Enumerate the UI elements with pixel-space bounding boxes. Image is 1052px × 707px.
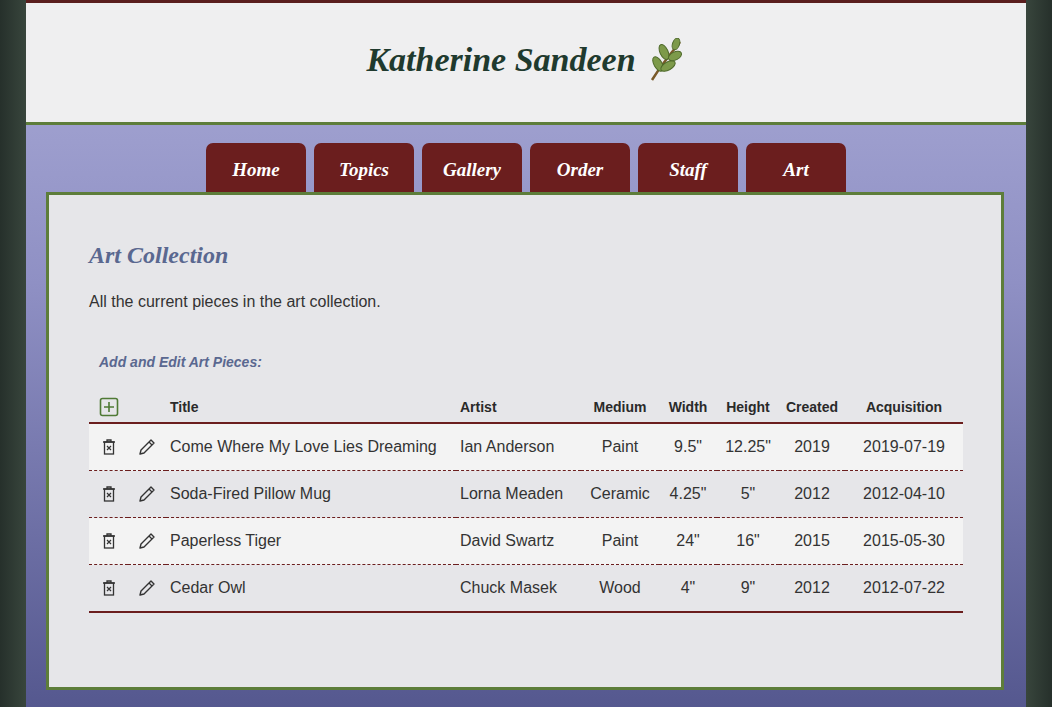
delete-cell bbox=[89, 565, 128, 613]
section-label: Add and Edit Art Pieces: bbox=[99, 353, 961, 371]
column-header: Title bbox=[166, 392, 456, 423]
table-cell: 2019-07-19 bbox=[845, 423, 963, 471]
table-cell: 2015 bbox=[779, 518, 845, 565]
table-row: Paperless TigerDavid SwartzPaint24"16"20… bbox=[89, 518, 963, 565]
edit-cell bbox=[128, 518, 166, 565]
table-cell: 9.5" bbox=[659, 423, 717, 471]
table-cell: 5" bbox=[717, 471, 779, 518]
table-cell: 16" bbox=[717, 518, 779, 565]
page-heading: Art Collection bbox=[89, 239, 961, 271]
pencil-icon[interactable] bbox=[137, 484, 157, 504]
trash-icon[interactable] bbox=[101, 532, 117, 550]
table-cell: 2015-05-30 bbox=[845, 518, 963, 565]
table-cell: 4.25" bbox=[659, 471, 717, 518]
nav-tab[interactable]: Gallery bbox=[422, 143, 522, 192]
edit-cell bbox=[128, 423, 166, 471]
table-cell: Paint bbox=[581, 518, 659, 565]
column-header: Medium bbox=[581, 392, 659, 423]
leaf-icon bbox=[646, 38, 686, 82]
trash-icon[interactable] bbox=[101, 485, 117, 503]
nav-tab[interactable]: Order bbox=[530, 143, 630, 192]
content-panel: Art Collection All the current pieces in… bbox=[46, 192, 1004, 690]
column-header: Artist bbox=[456, 392, 581, 423]
table-cell: 4" bbox=[659, 565, 717, 613]
table-row: Cedar OwlChuck MasekWood4"9"20122012-07-… bbox=[89, 565, 963, 613]
nav-tab[interactable]: Staff bbox=[638, 143, 738, 192]
add-cell bbox=[89, 392, 128, 423]
trash-icon[interactable] bbox=[101, 438, 117, 456]
trash-icon[interactable] bbox=[101, 579, 117, 597]
header-cell bbox=[128, 392, 166, 423]
table-cell: Soda-Fired Pillow Mug bbox=[166, 471, 456, 518]
table-cell: 12.25" bbox=[717, 423, 779, 471]
table-cell: Wood bbox=[581, 565, 659, 613]
table-row: Soda-Fired Pillow MugLorna MeadenCeramic… bbox=[89, 471, 963, 518]
pencil-icon[interactable] bbox=[137, 437, 157, 457]
pencil-icon[interactable] bbox=[137, 578, 157, 598]
table-header-row: TitleArtistMediumWidthHeightCreatedAcqui… bbox=[89, 392, 963, 423]
delete-cell bbox=[89, 471, 128, 518]
column-header: Width bbox=[659, 392, 717, 423]
table-cell: 2012 bbox=[779, 471, 845, 518]
table-cell: Ian Anderson bbox=[456, 423, 581, 471]
pencil-icon[interactable] bbox=[137, 531, 157, 551]
table-cell: 24" bbox=[659, 518, 717, 565]
delete-cell bbox=[89, 518, 128, 565]
table-cell: Paint bbox=[581, 423, 659, 471]
table-cell: Ceramic bbox=[581, 471, 659, 518]
table-cell: Cedar Owl bbox=[166, 565, 456, 613]
column-header: Created bbox=[779, 392, 845, 423]
add-icon[interactable] bbox=[99, 397, 119, 417]
table-cell: Chuck Masek bbox=[456, 565, 581, 613]
table-cell: 2012-07-22 bbox=[845, 565, 963, 613]
nav-tab[interactable]: Home bbox=[206, 143, 306, 192]
site-title[interactable]: Katherine Sandeen bbox=[366, 41, 635, 79]
column-header: Height bbox=[717, 392, 779, 423]
page-intro: All the current pieces in the art collec… bbox=[89, 291, 961, 313]
nav-tab[interactable]: Topics bbox=[314, 143, 414, 192]
main-nav: HomeTopicsGalleryOrderStaffArt bbox=[26, 125, 1026, 192]
site-column: Katherine Sandeen HomeTopicsGalleryOrder… bbox=[26, 0, 1026, 707]
site-header: Katherine Sandeen bbox=[26, 0, 1026, 125]
table-cell: David Swartz bbox=[456, 518, 581, 565]
table-cell: Paperless Tiger bbox=[166, 518, 456, 565]
page: Katherine Sandeen HomeTopicsGalleryOrder… bbox=[0, 0, 1052, 707]
table-cell: 9" bbox=[717, 565, 779, 613]
table-cell: Lorna Meaden bbox=[456, 471, 581, 518]
art-table: TitleArtistMediumWidthHeightCreatedAcqui… bbox=[89, 392, 963, 613]
column-header: Acquisition bbox=[845, 392, 963, 423]
table-cell: 2012 bbox=[779, 565, 845, 613]
table-cell: 2012-04-10 bbox=[845, 471, 963, 518]
nav-tab[interactable]: Art bbox=[746, 143, 846, 192]
edit-cell bbox=[128, 471, 166, 518]
edit-cell bbox=[128, 565, 166, 613]
table-cell: Come Where My Love Lies Dreaming bbox=[166, 423, 456, 471]
table-cell: 2019 bbox=[779, 423, 845, 471]
table-row: Come Where My Love Lies DreamingIan Ande… bbox=[89, 423, 963, 471]
delete-cell bbox=[89, 423, 128, 471]
